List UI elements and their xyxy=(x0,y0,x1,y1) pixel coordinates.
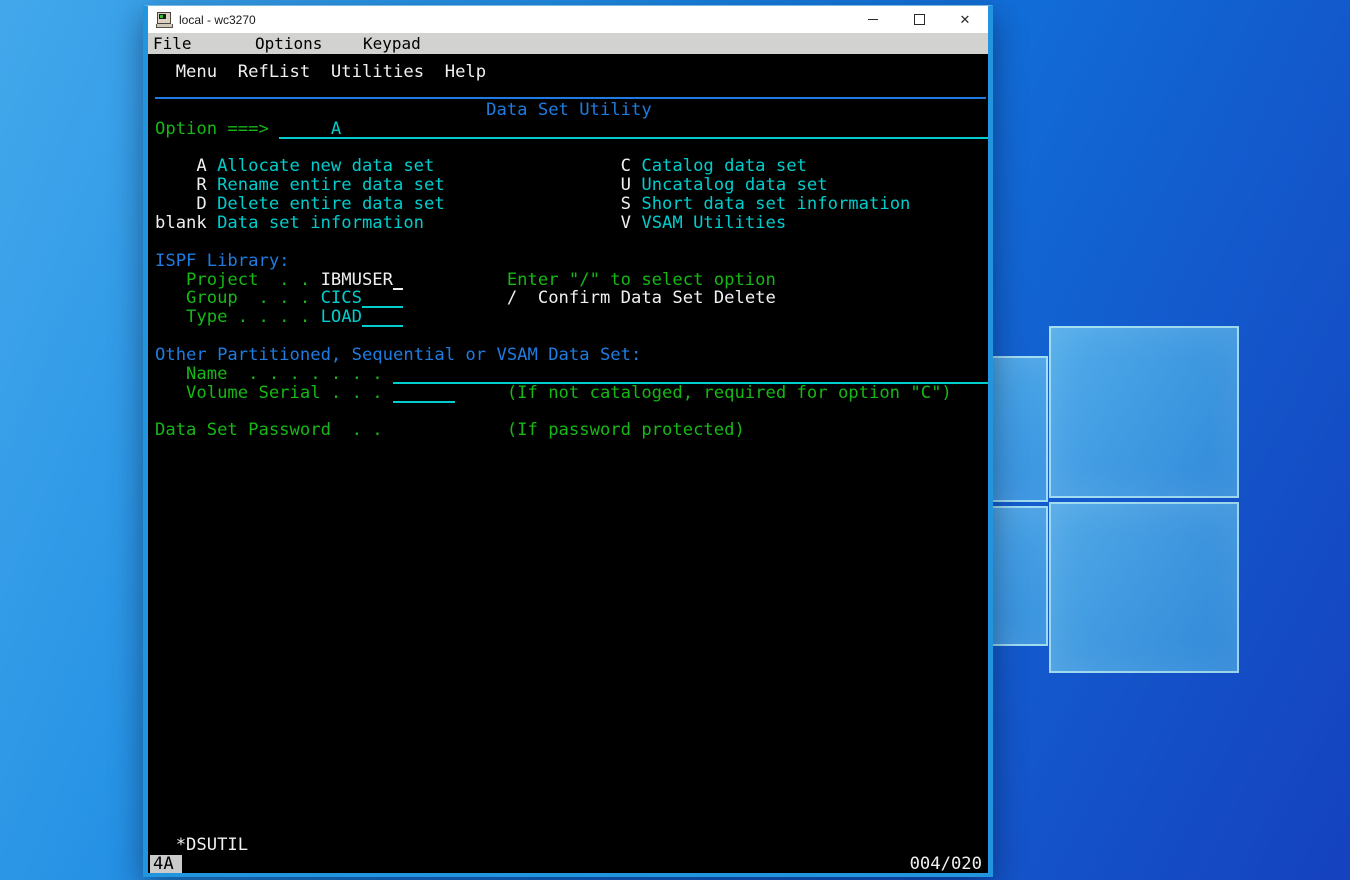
other-data-set-heading: Other Partitioned, Sequential or VSAM Da… xyxy=(155,345,642,365)
password-label: Data Set Password . . xyxy=(155,420,383,440)
desktop-wallpaper: local - wc3270 ✕ File Options Keypad Men… xyxy=(0,0,1350,880)
action-bar-reflist[interactable]: RefList xyxy=(238,63,310,82)
option-key: R xyxy=(196,175,207,195)
group-input-fill[interactable] xyxy=(361,289,404,308)
panel-title: Data Set Utility xyxy=(486,100,652,120)
group-label: Group . . . xyxy=(186,288,311,308)
option-key: S xyxy=(620,194,631,214)
volume-serial-label: Volume Serial . . . xyxy=(186,383,383,403)
option-input-value: A xyxy=(330,119,342,139)
option-key: V xyxy=(620,213,631,233)
window-controls: ✕ xyxy=(850,6,988,33)
terminal-screen[interactable]: Menu RefList Utilities Help Data Set Uti… xyxy=(148,54,988,873)
option-desc: Short data set information xyxy=(641,194,911,214)
operator-information-area: 4A 004/020 xyxy=(150,854,988,874)
name-input-field[interactable] xyxy=(392,365,988,384)
minimize-icon xyxy=(868,19,878,20)
menu-keypad[interactable]: Keypad xyxy=(363,33,421,54)
maximize-icon xyxy=(913,14,925,25)
option-desc: Data set information xyxy=(217,213,425,233)
option-key: D xyxy=(196,194,207,214)
action-bar-menu[interactable]: Menu xyxy=(176,63,217,82)
close-icon: ✕ xyxy=(959,12,971,27)
action-bar-help[interactable]: Help xyxy=(445,63,486,82)
emulator-menu-bar: File Options Keypad xyxy=(148,33,988,54)
option-row-delete: D Delete entire data set S Short data se… xyxy=(155,195,988,214)
confirm-delete-label: Confirm Data Set Delete xyxy=(537,288,776,308)
wc3270-window: local - wc3270 ✕ File Options Keypad Men… xyxy=(143,5,993,877)
type-label: Type . . . . xyxy=(186,307,311,327)
option-key: C xyxy=(620,156,631,176)
library-heading: ISPF Library: xyxy=(155,251,290,271)
name-label: Name . . . . . . . xyxy=(186,364,383,384)
windows-logo-pane-bottom-right xyxy=(1049,502,1239,673)
option-desc: Allocate new data set xyxy=(217,156,435,176)
type-input-fill[interactable] xyxy=(361,308,404,327)
group-input[interactable]: CICS xyxy=(321,289,362,308)
close-button[interactable]: ✕ xyxy=(942,6,988,33)
option-desc: Catalog data set xyxy=(641,156,807,176)
menu-options[interactable]: Options xyxy=(255,33,322,54)
option-label: Option ===> xyxy=(155,119,269,139)
oia-status-badge: 4A xyxy=(150,855,182,873)
option-key: U xyxy=(620,175,631,195)
option-row-rename: R Rename entire data set U Uncatalog dat… xyxy=(155,176,988,195)
terminal-app-icon xyxy=(156,11,173,28)
action-bar-utilities[interactable]: Utilities xyxy=(331,63,424,82)
title-bar[interactable]: local - wc3270 ✕ xyxy=(148,6,988,33)
divider-line xyxy=(155,97,986,99)
option-input-field[interactable]: A xyxy=(279,120,988,139)
volume-serial-input-field[interactable] xyxy=(392,384,456,403)
minimize-button[interactable] xyxy=(850,6,896,33)
option-row-blank: blank Data set information V VSAM Utilit… xyxy=(155,214,988,233)
menu-file[interactable]: File xyxy=(153,33,192,54)
oia-cursor-position: 004/020 xyxy=(909,854,982,874)
action-bar: Menu RefList Utilities Help xyxy=(155,63,988,82)
option-desc: Uncatalog data set xyxy=(641,175,828,195)
confirm-delete-input[interactable]: / xyxy=(507,289,517,308)
option-desc: VSAM Utilities xyxy=(641,213,787,233)
option-desc: Delete entire data set xyxy=(217,194,445,214)
option-desc: Rename entire data set xyxy=(217,175,445,195)
window-title: local - wc3270 xyxy=(179,12,256,27)
windows-logo-pane-top-right xyxy=(1049,326,1239,498)
project-input-fill[interactable] xyxy=(392,271,404,290)
option-key: A xyxy=(196,156,207,176)
volume-serial-hint: (If not cataloged, required for option "… xyxy=(506,383,952,403)
maximize-button[interactable] xyxy=(896,6,942,33)
option-key: blank xyxy=(155,213,207,233)
panel-id-message: *DSUTIL xyxy=(175,835,249,855)
type-input[interactable]: LOAD xyxy=(321,308,362,327)
option-row-allocate: A Allocate new data set C Catalog data s… xyxy=(155,157,988,176)
password-hint: (If password protected) xyxy=(506,420,745,440)
